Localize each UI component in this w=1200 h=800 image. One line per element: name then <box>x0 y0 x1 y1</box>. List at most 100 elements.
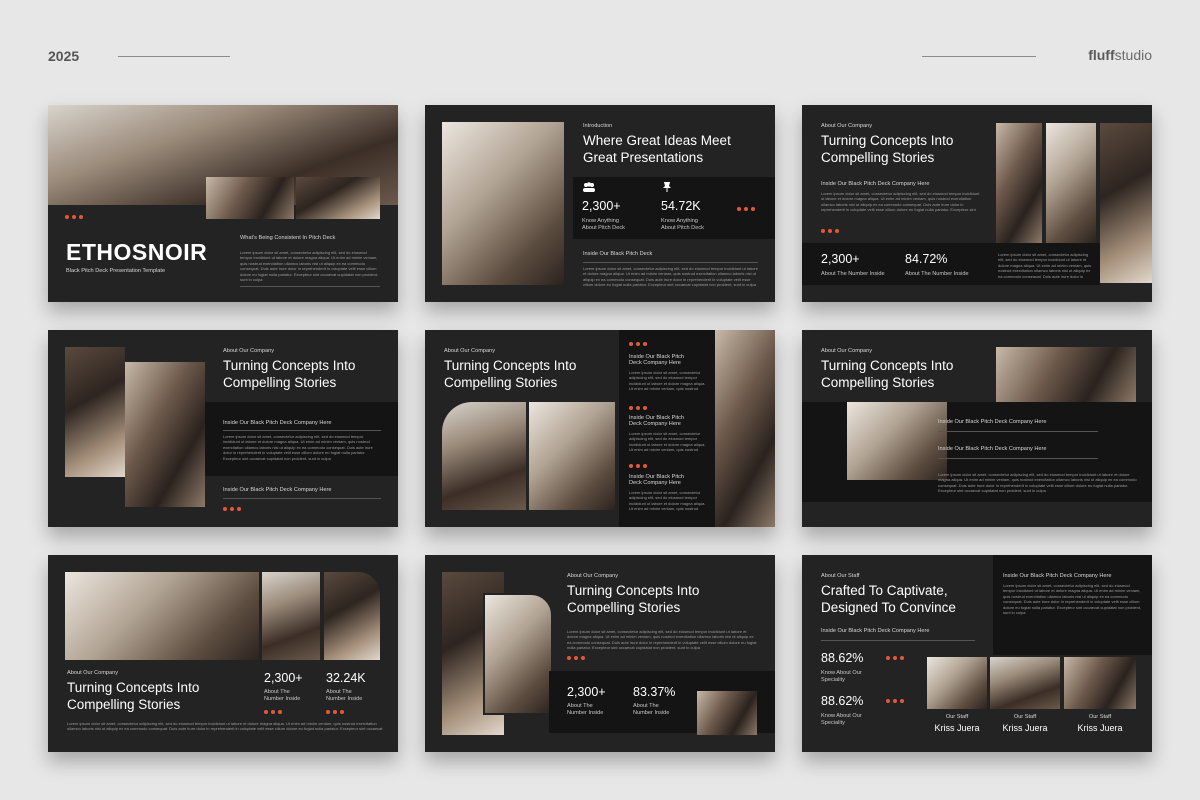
stat-1-label-line2: Speciality <box>821 676 845 683</box>
divider <box>583 262 758 263</box>
stat-2-label: About The Number Inside <box>905 271 969 277</box>
slide-title-line1: Turning Concepts Into <box>567 583 700 598</box>
slide-kicker: About Our Company <box>444 348 495 354</box>
slide-title-line1: Where Great Ideas Meet <box>583 133 731 148</box>
stat-2-label-line1: About The <box>326 689 352 695</box>
slide-kicker: About Our Company <box>67 670 118 676</box>
body-text: Lorem ipsum dolor sit amet, consectetur … <box>67 721 383 732</box>
photo-3 <box>1100 123 1152 283</box>
office-photo <box>206 177 294 219</box>
staff-name: Kriss Juera <box>1002 723 1048 734</box>
body-text: Lorem ipsum dolor sit amet, consectetur … <box>240 250 379 282</box>
stat-2-label-line2: Number Inside <box>633 709 670 716</box>
stat-2-number: 32.24K <box>326 671 366 685</box>
stat-2-number: 88.62% <box>821 694 864 708</box>
feature-2-line2: Deck Company Here <box>629 421 681 428</box>
stat-2-label-line2: About Pitch Deck <box>661 224 704 231</box>
brand-subtitle: Black Pitch Deck Presentation Template <box>66 268 166 274</box>
slide-title: Turning Concepts Into Compelling Stories <box>567 583 699 617</box>
slide-kicker: About Our Staff <box>821 573 860 579</box>
stat-1-label-line2: About Pitch Deck <box>582 224 625 231</box>
photo-main <box>847 402 947 480</box>
slide-2[interactable]: Introduction Where Great Ideas Meet Great… <box>425 105 775 302</box>
section-heading: Inside Our Black Pitch Deck Company Here <box>821 181 930 187</box>
slide-kicker: About Our Company <box>821 123 872 129</box>
stat-1-label-line1: Know About Our <box>821 670 862 676</box>
slide-9[interactable]: About Our Staff Crafted To Captivate, Des… <box>802 555 1152 752</box>
slide-title-line2: Compelling Stories <box>444 374 558 390</box>
body-text: Lorem ipsum dolor sit amet, consectetur … <box>938 472 1137 494</box>
slide-title-line2: Compelling Stories <box>67 696 181 712</box>
feature-2-text: Lorem ipsum dolor sit amet, consectetur … <box>629 431 707 453</box>
divider-2 <box>223 498 381 499</box>
stat-1-label: About The Number Inside <box>567 703 603 716</box>
stat-1-label: About The Number Inside <box>264 689 300 702</box>
slide-title: Crafted To Captivate, Designed To Convinc… <box>821 583 956 617</box>
body-text: Lorem ipsum dolor sit amet, consectetur … <box>583 266 758 288</box>
slide-5[interactable]: About Our Company Turning Concepts Into C… <box>425 330 775 527</box>
stat-1-number: 2,300+ <box>582 199 621 213</box>
brand-rest: studio <box>1114 47 1152 63</box>
photo-2 <box>1046 123 1096 243</box>
stat-1-label-line1: About The <box>264 689 290 695</box>
divider-1 <box>223 430 381 431</box>
section-heading-2: Inside Our Black Pitch Deck Company Here <box>223 487 332 493</box>
slide-title-line1: Turning Concepts Into <box>821 133 954 148</box>
stat-1-label: About The Number Inside <box>821 271 885 277</box>
photo-main <box>65 572 259 660</box>
slide-1[interactable]: ETHOSNOIR Black Pitch Deck Presentation … <box>48 105 398 302</box>
photo-1 <box>996 123 1042 243</box>
team-photo <box>442 122 564 285</box>
stat-1-label-line1: Know Anything <box>582 218 620 224</box>
stat-1-number: 2,300+ <box>567 685 606 699</box>
section-heading-right: Inside Our Black Pitch Deck Company Here <box>1003 573 1112 579</box>
staff-name: Kriss Juera <box>934 723 980 734</box>
slide-title: Turning Concepts Into Compelling Stories <box>821 133 953 167</box>
slide-title-line2: Compelling Stories <box>567 599 681 615</box>
slide-title-line1: Turning Concepts Into <box>444 358 577 373</box>
stat-2-label: Know Anything About Pitch Deck <box>661 218 704 231</box>
accent-dots-2 <box>886 699 904 703</box>
accent-dots-2 <box>326 710 344 714</box>
accent-dots-1 <box>886 656 904 660</box>
header-rule-right <box>922 56 1036 57</box>
slide-title-line1: Turning Concepts Into <box>67 680 200 695</box>
photo-top <box>996 347 1136 402</box>
slide-kicker: About Our Company <box>223 348 274 354</box>
section-heading-1: Inside Our Black Pitch Deck Company Here <box>938 419 1047 425</box>
slide-7[interactable]: About Our Company Turning Concepts Into C… <box>48 555 398 752</box>
section-heading: Inside Our Black Pitch Deck <box>583 251 653 257</box>
staff-role: Our Staff <box>1013 714 1037 720</box>
slide-4[interactable]: About Our Company Turning Concepts Into C… <box>48 330 398 527</box>
brand-title: ETHOSNOIR <box>66 239 208 265</box>
divider-2 <box>938 458 1098 459</box>
slide-3[interactable]: About Our Company Turning Concepts Into C… <box>802 105 1152 302</box>
header-rule-left <box>118 56 230 57</box>
stat-2-label-line1: Know Anything <box>661 218 699 224</box>
slide-8[interactable]: About Our Company Turning Concepts Into C… <box>425 555 775 752</box>
users-icon <box>582 182 596 195</box>
staff-name: Kriss Juera <box>1077 723 1123 734</box>
staff-photo-1 <box>927 657 987 709</box>
stat-2-label: Know About Our Speciality <box>821 713 862 726</box>
stat-1-label-line1: About The <box>567 703 593 709</box>
slide-title-line2: Compelling Stories <box>821 374 935 390</box>
stat-1-number: 88.62% <box>821 651 864 665</box>
accent-dots-2 <box>629 406 647 410</box>
slide-title-line2: Great Presentations <box>583 149 704 165</box>
feature-3: Inside Our Black Pitch Deck Company Here <box>629 474 684 487</box>
slide-title: Turning Concepts Into Compelling Stories <box>444 358 576 392</box>
accent-dots <box>567 656 585 660</box>
photo-2 <box>262 572 320 660</box>
body-text: Lorem ipsum dolor sit amet, consectetur … <box>1003 583 1142 615</box>
body-text: Lorem ipsum dolor sit amet, consectetur … <box>567 629 757 651</box>
photo-1 <box>65 347 125 477</box>
staff-card-1: Our Staff Kriss Juera <box>927 714 987 733</box>
slide-title-line1: Turning Concepts Into <box>821 358 954 373</box>
stat-2-number: 84.72% <box>905 252 948 266</box>
slide-6[interactable]: About Our Company Turning Concepts Into C… <box>802 330 1152 527</box>
stat-2-label-line1: About The <box>633 703 659 709</box>
brand-label: fluffstudio <box>1088 47 1152 63</box>
feature-3-text: Lorem ipsum dolor sit amet, consectetur … <box>629 490 707 512</box>
divider-1 <box>938 431 1098 432</box>
